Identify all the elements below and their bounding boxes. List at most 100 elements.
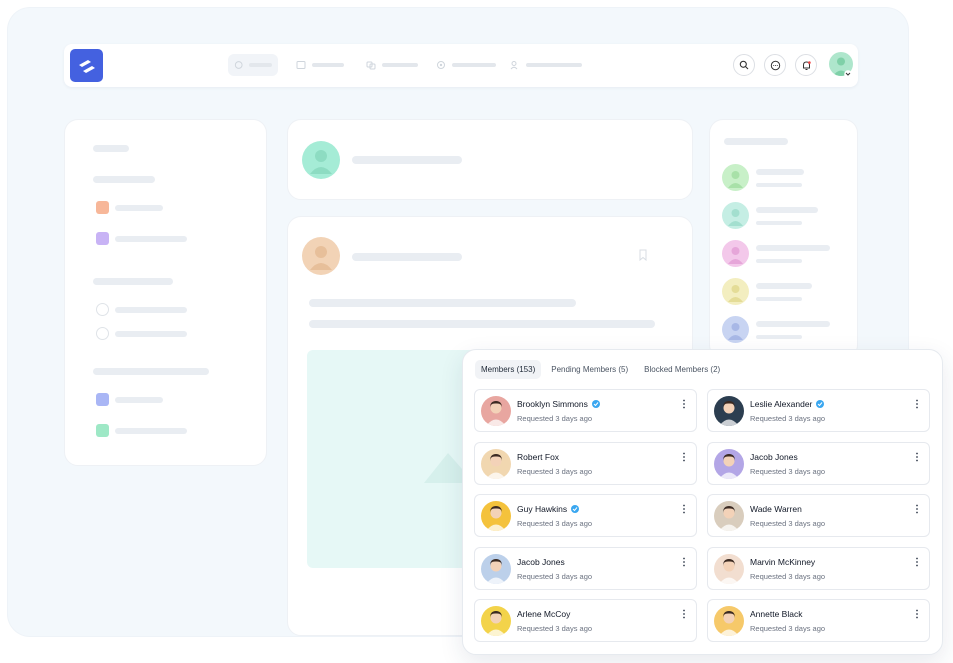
member-name[interactable]: Jacob Jones [750,452,798,462]
more-options-icon[interactable] [682,609,686,622]
member-name-row: Marvin McKinney [750,557,815,567]
sidebar-skeleton-card [64,119,267,466]
nav-home-placeholder [249,63,272,67]
skeleton-line [352,156,462,164]
avatar[interactable] [481,396,511,426]
member-card[interactable]: Robert Fox Requested 3 days ago [474,441,697,485]
nav-groups[interactable] [366,54,418,76]
avatar[interactable] [481,606,511,636]
skeleton-line [115,236,187,242]
member-name[interactable]: Wade Warren [750,504,802,514]
avatar[interactable] [714,501,744,531]
suggestions-skeleton-card [709,119,858,359]
skeleton-line [115,397,163,403]
member-card[interactable]: Jacob Jones Requested 3 days ago [707,441,930,485]
member-card[interactable]: Guy Hawkins Requested 3 days ago [474,494,697,537]
more-options-icon[interactable] [915,557,919,570]
avatar[interactable] [714,553,744,584]
skeleton-line [756,297,802,301]
verified-badge-icon [816,400,825,408]
home-icon [234,61,243,69]
skeleton-line [93,176,155,183]
member-name[interactable]: Annette Black [750,609,802,619]
member-name[interactable]: Brooklyn Simmons [517,399,588,409]
skeleton-line [756,221,802,225]
avatar[interactable] [481,448,511,479]
app-logo[interactable] [70,49,103,82]
avatar[interactable] [714,606,744,636]
avatar-person-icon [310,246,332,270]
nav-people[interactable] [510,54,582,76]
more-options-icon[interactable] [682,504,686,517]
user-outline-icon [96,327,109,340]
avatar-person-icon [728,247,743,264]
nav-settings[interactable] [436,54,496,76]
member-card[interactable]: Wade Warren Requested 3 days ago [707,494,930,537]
nav-calendar[interactable] [296,54,344,76]
avatar [722,278,749,305]
tab-pending-members[interactable]: Pending Members (5) [545,360,634,379]
avatar[interactable] [714,396,744,426]
chevron-down-icon[interactable] [844,70,852,78]
composer-skeleton-card [287,119,693,200]
member-card[interactable]: Annette Black Requested 3 days ago [707,599,930,642]
member-card[interactable]: Marvin McKinney Requested 3 days ago [707,546,930,590]
member-request-status: Requested 3 days ago [750,571,826,581]
member-name[interactable]: Jacob Jones [517,557,565,567]
member-request-status: Requested 3 days ago [750,624,826,633]
member-name[interactable]: Marvin McKinney [750,557,815,567]
member-name-row: Leslie Alexander [750,399,825,409]
member-name[interactable]: Guy Hawkins [517,504,567,514]
nav-home[interactable] [228,54,278,76]
member-name-row: Wade Warren [750,504,802,514]
skeleton-line [724,138,788,145]
skeleton-line [756,169,804,175]
avatar-person-icon [486,558,506,584]
avatar-person-icon [719,558,739,584]
gear-icon [437,61,445,69]
avatar-person-icon [728,209,743,226]
avatar-person-icon [486,611,506,636]
verified-badge-icon [591,400,600,408]
more-options-icon[interactable] [682,399,686,412]
member-name[interactable]: Arlene McCoy [517,609,570,619]
member-request-status: Requested 3 days ago [517,624,593,633]
member-name[interactable]: Robert Fox [517,452,559,462]
avatar [722,240,749,267]
green-square-icon [96,424,109,437]
member-card[interactable]: Leslie Alexander Requested 3 days ago [707,389,930,432]
avatar[interactable] [481,553,511,584]
verified-badge-icon [571,505,580,513]
more-options-icon[interactable] [915,452,919,465]
skeleton-line [115,307,187,313]
avatar-person-icon [486,401,506,426]
more-options-icon[interactable] [915,609,919,622]
member-card[interactable]: Arlene McCoy Requested 3 days ago [474,599,697,642]
notifications-button[interactable] [795,54,817,76]
members-panel: Members (153) Pending Members (5) Blocke… [462,349,943,655]
tab-members[interactable]: Members (153) [475,360,542,379]
member-name-row: Jacob Jones [750,452,798,462]
bookmark-icon[interactable] [637,249,649,261]
search-icon [739,60,749,70]
logo-icon [78,59,95,73]
avatar[interactable] [714,448,744,479]
more-options-icon[interactable] [682,557,686,570]
member-name-row: Guy Hawkins [517,504,580,514]
top-navigation-bar [64,44,858,87]
more-options-icon[interactable] [915,399,919,412]
avatar[interactable] [481,501,511,531]
member-card[interactable]: Jacob Jones Requested 3 days ago [474,546,697,590]
avatar-person-icon [728,323,743,340]
messages-button[interactable] [764,54,786,76]
member-card[interactable]: Brooklyn Simmons Requested 3 days ago [474,389,697,432]
more-options-icon[interactable] [682,452,686,465]
skeleton-line [115,331,187,337]
member-name[interactable]: Leslie Alexander [750,399,812,409]
more-options-icon[interactable] [915,504,919,517]
tab-blocked-members[interactable]: Blocked Members (2) [638,360,726,379]
avatar-person-icon [719,506,739,531]
search-button[interactable] [733,54,755,76]
skeleton-line [756,245,830,251]
avatar-person-icon [486,453,506,479]
